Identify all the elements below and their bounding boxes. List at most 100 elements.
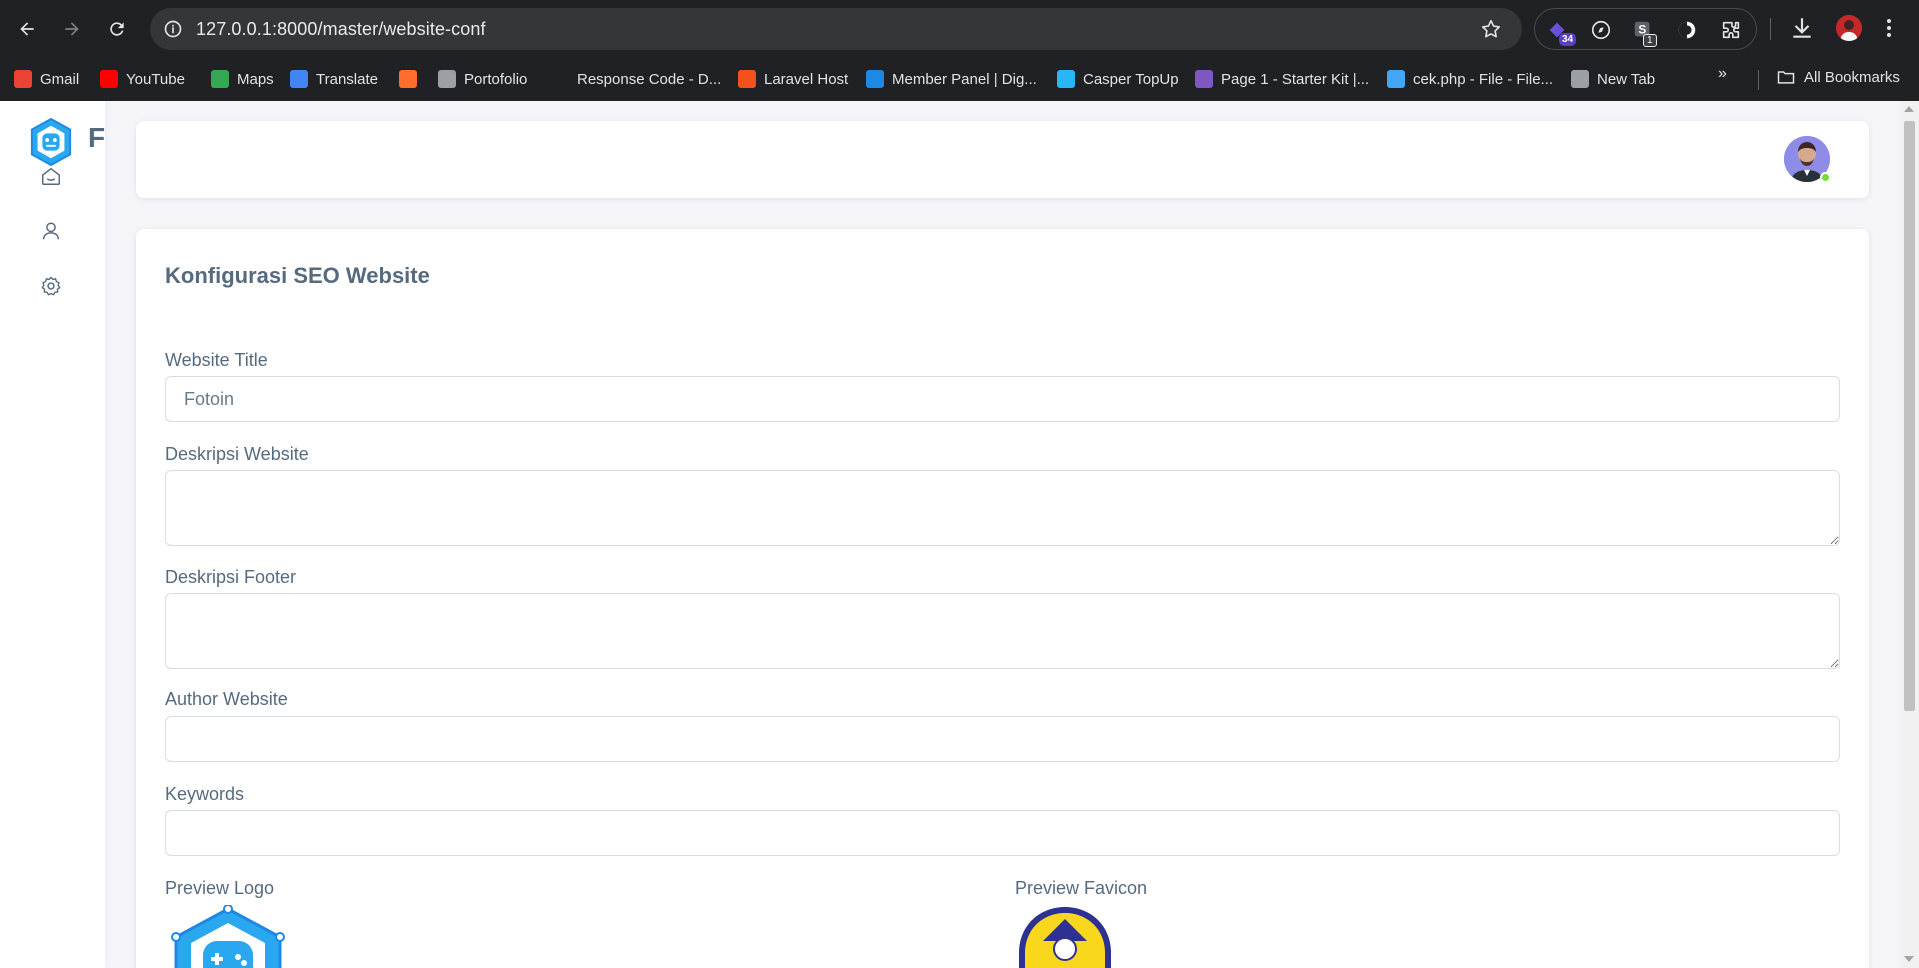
maps-icon [211, 70, 229, 88]
reload-button[interactable] [101, 13, 133, 45]
toolbar-divider [1770, 18, 1771, 40]
laravel-icon [738, 70, 756, 88]
reload-icon [110, 22, 124, 36]
gmail-icon [14, 70, 32, 88]
page: F Konfigurasi SEO Website Website Title [0, 101, 1919, 968]
bookmarks-divider [1758, 70, 1759, 90]
extension-badge-small: 1 [1643, 34, 1657, 47]
online-status-dot [1820, 172, 1831, 183]
sidebar-item-settings[interactable] [38, 273, 64, 299]
globe-icon [438, 70, 456, 88]
bookmark-label: Casper TopUp [1083, 70, 1179, 88]
keywords-input[interactable] [165, 810, 1840, 856]
bookmark-label: Portofolio [464, 70, 528, 88]
browser-chrome: 127.0.0.1:8000/master/website-conf 34 S … [0, 0, 1919, 101]
extension-purple[interactable]: 34 [1545, 18, 1577, 46]
bookmark-item[interactable]: Member Panel | Dig... [866, 67, 1037, 91]
file-icon [1387, 70, 1405, 88]
bookmark-site-icon [551, 70, 569, 88]
extension-compass[interactable] [1589, 18, 1613, 42]
all-bookmarks-label: All Bookmarks [1804, 68, 1900, 86]
page-scrollbar[interactable] [1900, 101, 1919, 968]
website-title-input[interactable] [165, 376, 1840, 422]
kebab-menu-icon[interactable] [1884, 16, 1894, 40]
bookmark-item[interactable]: Casper TopUp [1057, 67, 1179, 91]
preview-logo-image [171, 905, 285, 968]
preview-favicon-label: Preview Favicon [1015, 878, 1148, 898]
sidebar-item-user[interactable] [38, 218, 64, 244]
bookmark-label: cek.php - File - File... [1413, 70, 1554, 88]
bookmark-item[interactable]: Maps [211, 67, 274, 91]
scrollbar-thumb[interactable] [1904, 121, 1915, 711]
bookmark-item[interactable]: YouTube [100, 67, 185, 91]
description-label: Deskripsi Website [165, 444, 309, 464]
extension-badge: 34 [1559, 33, 1577, 46]
bookmark-item[interactable]: Portofolio [438, 67, 527, 91]
footer-description-label: Deskripsi Footer [165, 567, 297, 587]
description-textarea[interactable] [165, 470, 1840, 546]
scroll-down-icon[interactable] [1904, 956, 1914, 962]
globe-icon [1571, 70, 1589, 88]
author-label: Author Website [165, 689, 288, 709]
scroll-up-icon[interactable] [1904, 106, 1914, 112]
bookmark-label: Laravel Host [764, 70, 849, 88]
puzzle-icon [1722, 21, 1740, 39]
preview-logo-label: Preview Logo [165, 878, 275, 898]
gear-icon [41, 276, 61, 296]
home-icon [42, 167, 60, 185]
bookmark-label: Response Code - D... [577, 70, 722, 88]
bookmark-label: Translate [316, 70, 378, 88]
site-info-icon[interactable] [163, 19, 183, 39]
bookmark-item[interactable]: Response Code - D... [551, 67, 721, 91]
logo-icon [30, 117, 72, 167]
extensions-group: 34 S 1 [1534, 8, 1757, 50]
starter-kit-icon [1195, 70, 1213, 88]
download-icon[interactable] [1789, 15, 1815, 41]
compass-icon [1591, 20, 1611, 40]
folder-icon [1777, 71, 1795, 84]
bookmark-label: Member Panel | Dig... [892, 70, 1037, 88]
cpanel-icon [399, 70, 417, 88]
youtube-icon [100, 70, 118, 88]
keywords-label: Keywords [165, 784, 245, 804]
extension-s[interactable]: S 1 [1631, 18, 1657, 47]
sidebar: F [0, 101, 105, 968]
bookmark-item[interactable]: cek.php - File - File... [1387, 67, 1553, 91]
brand-logo[interactable] [28, 117, 74, 167]
bookmark-label: New Tab [1597, 70, 1656, 88]
bookmark-item[interactable] [399, 67, 425, 91]
forward-button[interactable] [56, 13, 88, 45]
extension-dark[interactable] [1675, 18, 1699, 42]
sidebar-item-home[interactable] [38, 163, 64, 189]
bookmark-item[interactable]: Laravel Host [738, 67, 848, 91]
bookmark-item[interactable]: Page 1 - Starter Kit |... [1195, 67, 1369, 91]
bookmarks-overflow-icon[interactable]: » [1718, 65, 1727, 83]
bookmark-item[interactable]: Translate [290, 67, 378, 91]
footer-description-textarea[interactable] [165, 593, 1840, 669]
bookmark-label: YouTube [126, 70, 185, 88]
top-navbar [136, 121, 1869, 198]
author-input[interactable] [165, 716, 1840, 762]
all-bookmarks-button[interactable]: All Bookmarks [1776, 67, 1900, 87]
bookmark-label: Page 1 - Starter Kit |... [1221, 70, 1370, 88]
arrow-left-icon [20, 22, 34, 36]
profile-avatar-icon [1836, 15, 1862, 41]
bookmark-item[interactable]: Gmail [14, 67, 79, 91]
bookmarks-bar: Gmail YouTube Maps Translate Portofolio Respo… [0, 58, 1919, 101]
preview-favicon-image [1019, 907, 1111, 968]
profile-button[interactable] [1836, 15, 1862, 41]
extensions-menu[interactable] [1719, 18, 1743, 42]
arrow-right-icon [65, 22, 79, 36]
bookmark-item[interactable]: New Tab [1571, 67, 1655, 91]
browser-toolbar: 127.0.0.1:8000/master/website-conf 34 S … [0, 0, 1919, 58]
member-panel-icon [866, 70, 884, 88]
address-bar[interactable]: 127.0.0.1:8000/master/website-conf [150, 8, 1522, 50]
back-button[interactable] [11, 13, 43, 45]
translate-icon [290, 70, 308, 88]
url-text[interactable]: 127.0.0.1:8000/master/website-conf [196, 19, 486, 40]
bookmark-star-icon[interactable] [1480, 18, 1502, 40]
website-title-label: Website Title [165, 350, 268, 370]
user-icon [42, 222, 60, 240]
dark-mode-ext-icon [1678, 21, 1696, 39]
seo-config-card: Konfigurasi SEO Website Website Title De… [136, 229, 1869, 968]
